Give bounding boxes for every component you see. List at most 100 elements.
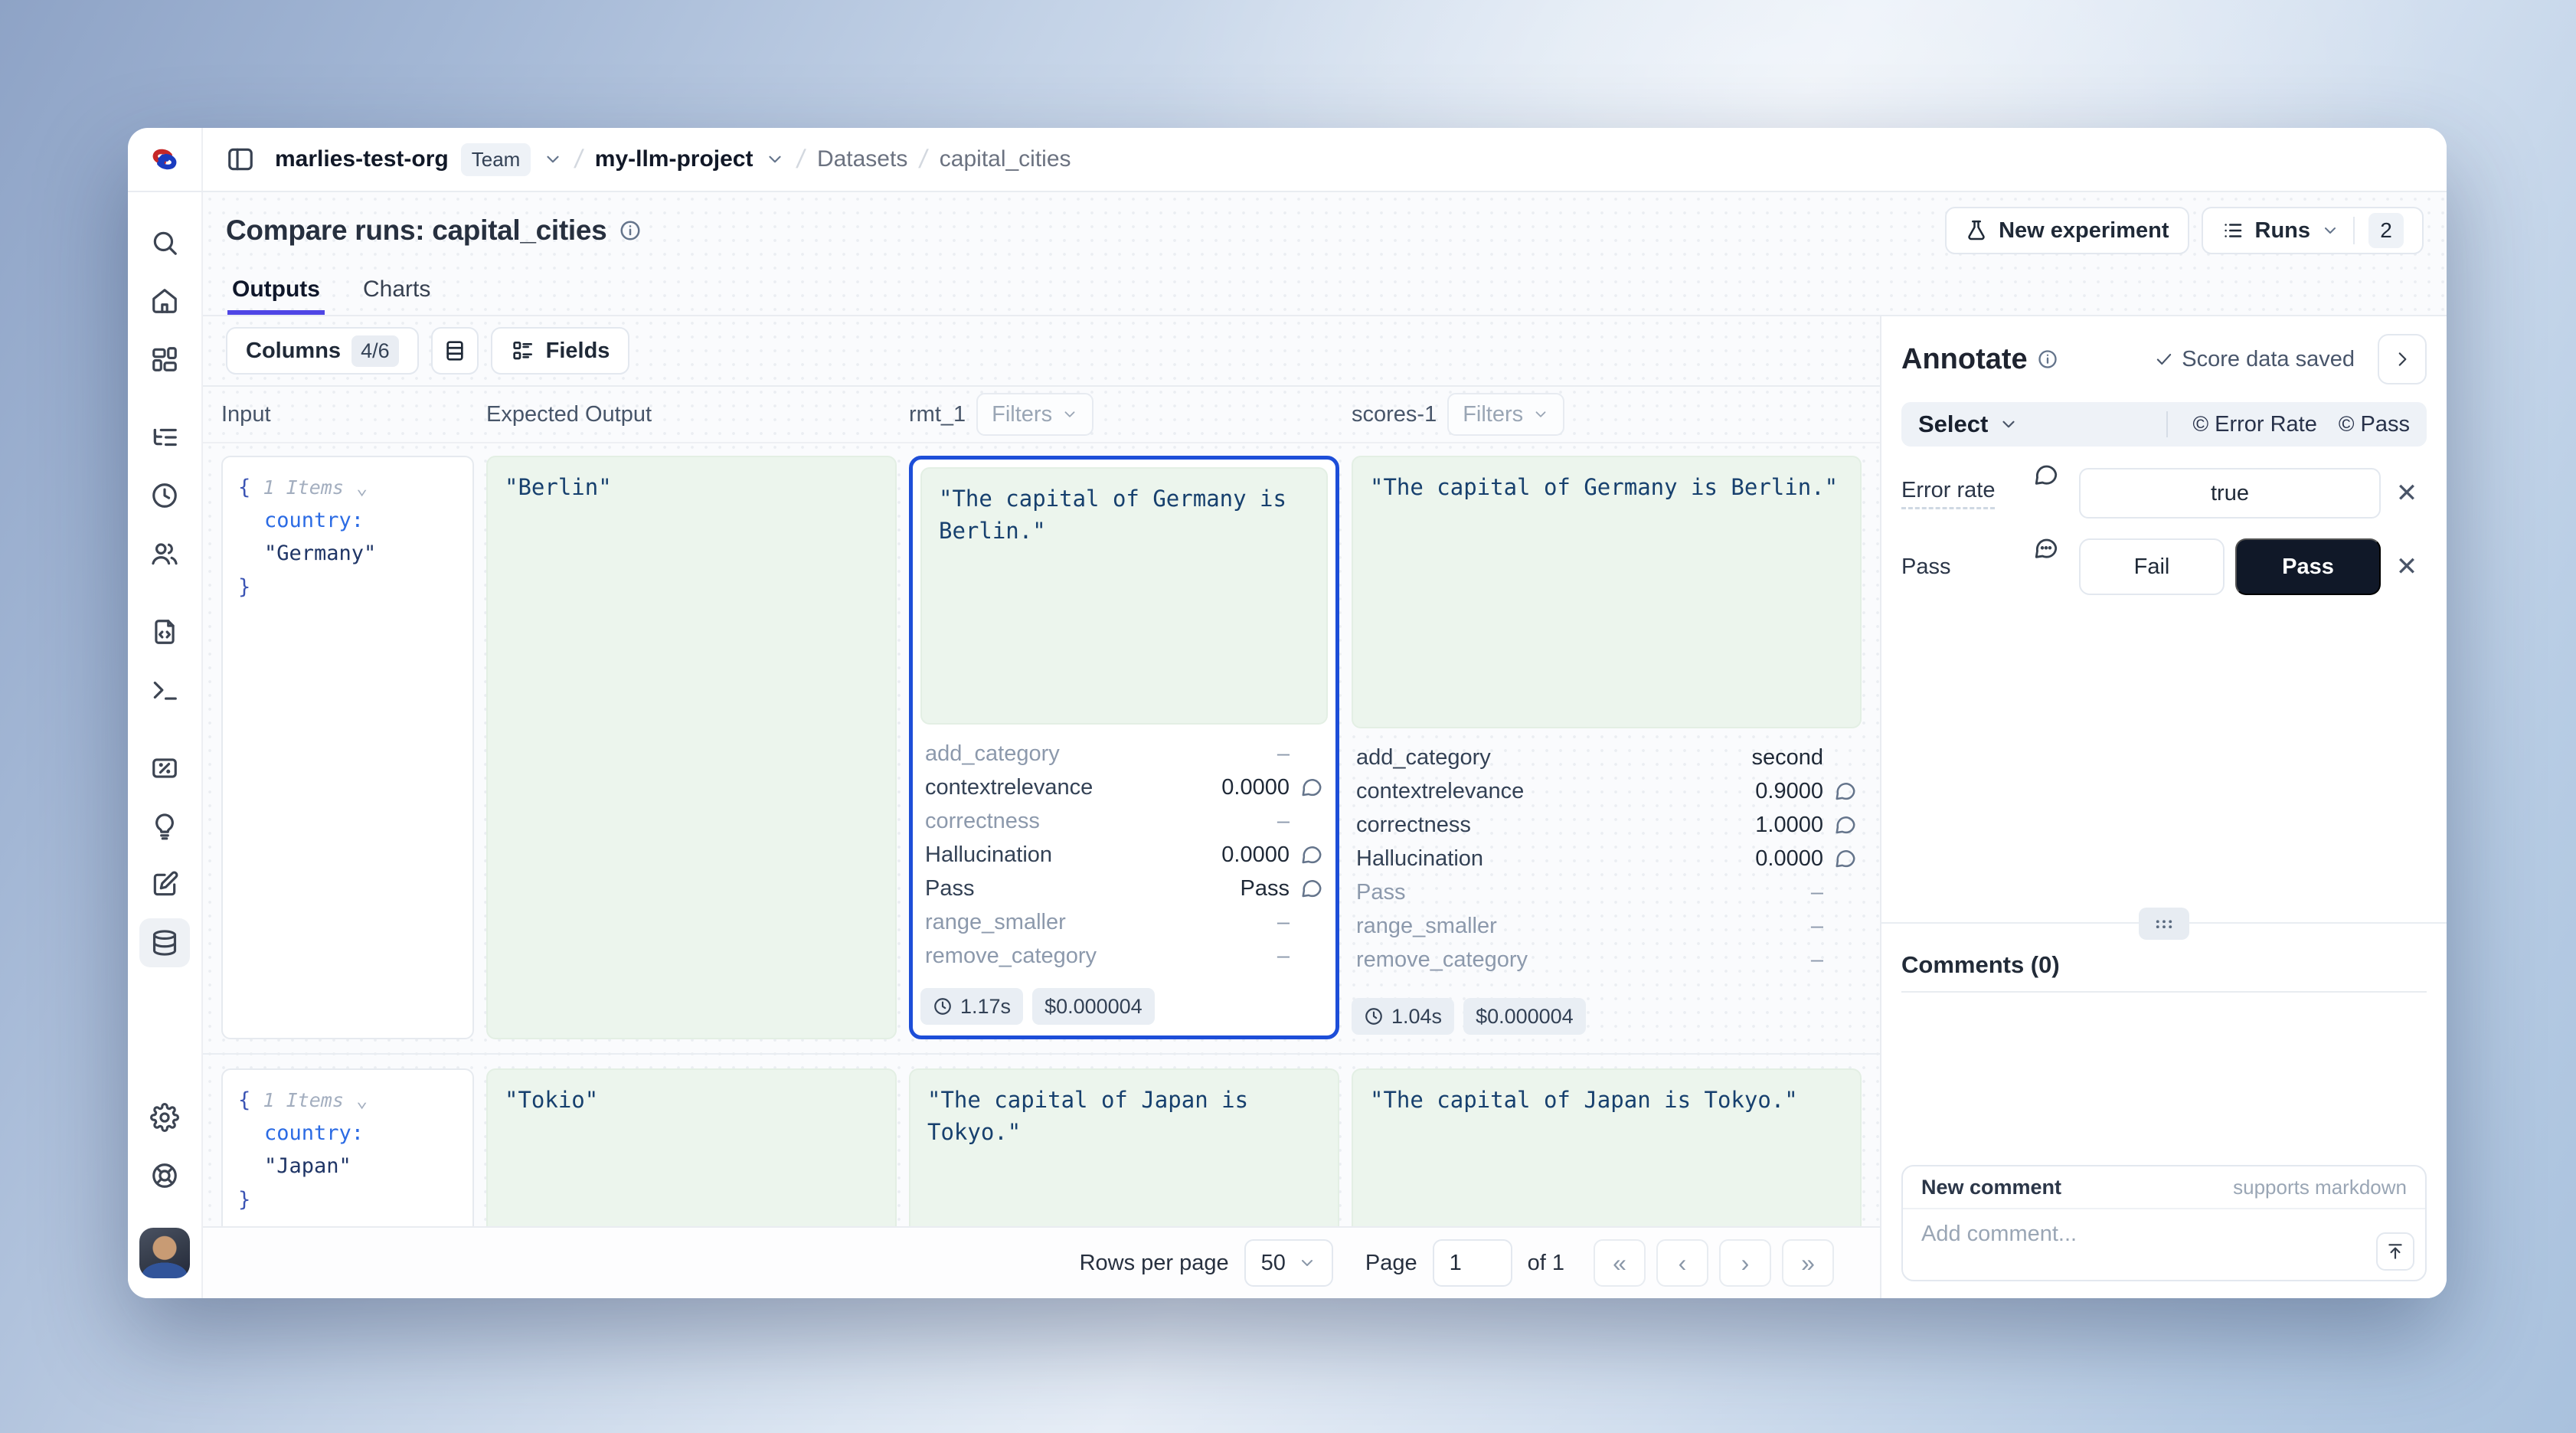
column-header-run1: rmt_1 Filters — [909, 393, 1339, 436]
input-cell[interactable]: { 1 Items ⌄ country: "Germany" } — [221, 456, 474, 1039]
run-output-text: "The capital of Germany is Berlin." — [1370, 474, 1838, 500]
chevron-down-icon[interactable]: ⌄ — [356, 1089, 368, 1111]
breadcrumb-datasets[interactable]: Datasets — [817, 146, 907, 172]
error-rate-input[interactable] — [2079, 468, 2381, 519]
run2-name[interactable]: scores-1 — [1352, 402, 1437, 427]
sidebar-toggle-icon[interactable] — [226, 145, 255, 174]
run1-name[interactable]: rmt_1 — [909, 402, 966, 427]
home-icon[interactable] — [139, 276, 190, 326]
previous-page-button[interactable]: ‹ — [1656, 1239, 1708, 1287]
score-select-dropdown[interactable]: Select — [1918, 411, 2019, 438]
user-avatar[interactable] — [139, 1228, 190, 1278]
settings-gear-icon[interactable] — [139, 1093, 190, 1142]
chevron-down-icon[interactable] — [543, 149, 563, 169]
chevron-down-icon — [1298, 1254, 1316, 1272]
annotate-header: Annotate Score data saved — [1901, 316, 2427, 402]
lightbulb-icon[interactable] — [139, 802, 190, 851]
run1-output-cell-selected[interactable]: "The capital of Germany is Berlin." add_… — [909, 456, 1339, 1039]
annotate-panel: Annotate Score data saved Select — [1880, 316, 2447, 1298]
rows-per-page-label: Rows per page — [1080, 1251, 1229, 1276]
score-label[interactable]: Error rate — [1901, 478, 1995, 509]
clock-icon — [1364, 1006, 1384, 1026]
new-experiment-button[interactable]: New experiment — [1945, 207, 2189, 254]
columns-button[interactable]: Columns 4/6 — [226, 327, 419, 375]
last-page-button[interactable]: » — [1782, 1239, 1834, 1287]
org-logo[interactable] — [128, 128, 203, 191]
info-icon[interactable] — [619, 219, 642, 242]
json-items-count[interactable]: 1 Items — [263, 476, 344, 499]
page-number-input[interactable] — [1433, 1239, 1512, 1287]
rows-per-page-select[interactable]: 50 — [1244, 1239, 1333, 1287]
next-page-button[interactable]: › — [1719, 1239, 1771, 1287]
tab-outputs[interactable]: Outputs — [227, 269, 325, 315]
metric-row: contextrelevance0.9000 — [1356, 774, 1857, 808]
json-items-count[interactable]: 1 Items — [263, 1089, 344, 1111]
first-page-button[interactable]: « — [1594, 1239, 1646, 1287]
comment-bubble-icon[interactable] — [1823, 780, 1857, 803]
comment-bubble-icon[interactable] — [1290, 843, 1323, 866]
divider — [2166, 411, 2168, 437]
runs-button[interactable]: Runs 2 — [2202, 207, 2424, 254]
metric-row: Hallucination0.0000 — [1356, 842, 1857, 875]
chevron-down-icon — [2321, 221, 2339, 240]
header-actions: New experiment Runs 2 — [1945, 207, 2424, 254]
app-window: marlies-test-org Team / my-llm-project /… — [128, 128, 2447, 1298]
run1-filters-button[interactable]: Filters — [976, 393, 1093, 436]
comment-bubble-icon[interactable] — [1823, 813, 1857, 836]
score-config-icon: © — [2192, 412, 2208, 437]
run2-output-cell[interactable]: "The capital of Germany is Berlin." add_… — [1352, 456, 1862, 1039]
submit-comment-button[interactable] — [2376, 1232, 2414, 1271]
clock-icon — [933, 996, 953, 1016]
column-header-expected[interactable]: Expected Output — [486, 402, 897, 427]
comment-textarea[interactable] — [1903, 1209, 2425, 1255]
expected-output-cell[interactable]: "Berlin" — [486, 456, 897, 1039]
comment-bubble-icon[interactable] — [1290, 776, 1323, 799]
clear-score-icon[interactable]: ✕ — [2396, 551, 2418, 582]
breadcrumb-bar: marlies-test-org Team / my-llm-project /… — [203, 128, 2447, 191]
tracing-tree-icon[interactable] — [139, 413, 190, 462]
comment-bubble-icon[interactable] — [1290, 877, 1323, 900]
run2-filters-button[interactable]: Filters — [1447, 393, 1564, 436]
collapse-panel-button[interactable] — [2378, 334, 2427, 384]
config-badge-pass[interactable]: ©Pass — [2339, 412, 2410, 437]
fail-option-button[interactable]: Fail — [2079, 538, 2225, 595]
fields-button[interactable]: Fields — [491, 327, 630, 375]
datasets-database-icon[interactable] — [139, 918, 190, 967]
metric-row: range_smaller– — [1356, 909, 1857, 943]
pass-option-button[interactable]: Pass — [2235, 538, 2381, 595]
pagination-bar: Rows per page 50 Page of 1 « ‹ — [203, 1226, 1880, 1298]
tab-charts[interactable]: Charts — [358, 269, 435, 315]
playground-terminal-icon[interactable] — [139, 666, 190, 715]
chevron-down-icon[interactable]: ⌄ — [356, 476, 368, 499]
knot-logo-icon — [147, 142, 182, 177]
comment-bubble-icon[interactable] — [1823, 847, 1857, 870]
row-height-button[interactable] — [431, 327, 479, 375]
evaluators-percent-icon[interactable] — [139, 744, 190, 793]
info-icon[interactable] — [2037, 348, 2058, 370]
expected-output-cell[interactable]: "Tokio" — [486, 1068, 897, 1226]
config-badge-error-rate[interactable]: ©Error Rate — [2192, 412, 2316, 437]
comment-bubble-icon[interactable] — [2033, 462, 2059, 488]
column-header-input[interactable]: Input — [221, 402, 474, 427]
search-icon[interactable] — [139, 218, 190, 267]
breadcrumb-org[interactable]: marlies-test-org — [275, 146, 449, 172]
run2-output-cell[interactable]: "The capital of Japan is Tokyo." — [1352, 1068, 1862, 1226]
score-label[interactable]: Pass — [1901, 555, 1950, 580]
prompts-file-code-icon[interactable] — [139, 607, 190, 656]
sessions-clock-icon[interactable] — [139, 471, 190, 520]
input-cell[interactable]: { 1 Items ⌄ country: "Japan" } — [221, 1068, 474, 1226]
users-icon[interactable] — [139, 529, 190, 578]
metric-row: correctness– — [925, 804, 1323, 838]
breadcrumb-dataset[interactable]: capital_cities — [940, 146, 1071, 172]
clear-score-icon[interactable]: ✕ — [2396, 478, 2418, 509]
chevron-down-icon[interactable] — [765, 149, 785, 169]
dashboard-icon[interactable] — [139, 335, 190, 384]
breadcrumb-project[interactable]: my-llm-project — [595, 146, 754, 172]
window-body: Compare runs: capital_cities New experim… — [128, 192, 2447, 1298]
run1-output-cell[interactable]: "The capital of Japan is Tokyo." — [909, 1068, 1339, 1226]
drag-handle[interactable] — [2139, 908, 2189, 940]
comment-bubble-dots-icon[interactable] — [2033, 535, 2059, 561]
support-lifebuoy-icon[interactable] — [139, 1151, 190, 1200]
run-stats: 1.17s $0.000004 — [920, 982, 1328, 1029]
annotation-square-pen-icon[interactable] — [139, 860, 190, 909]
